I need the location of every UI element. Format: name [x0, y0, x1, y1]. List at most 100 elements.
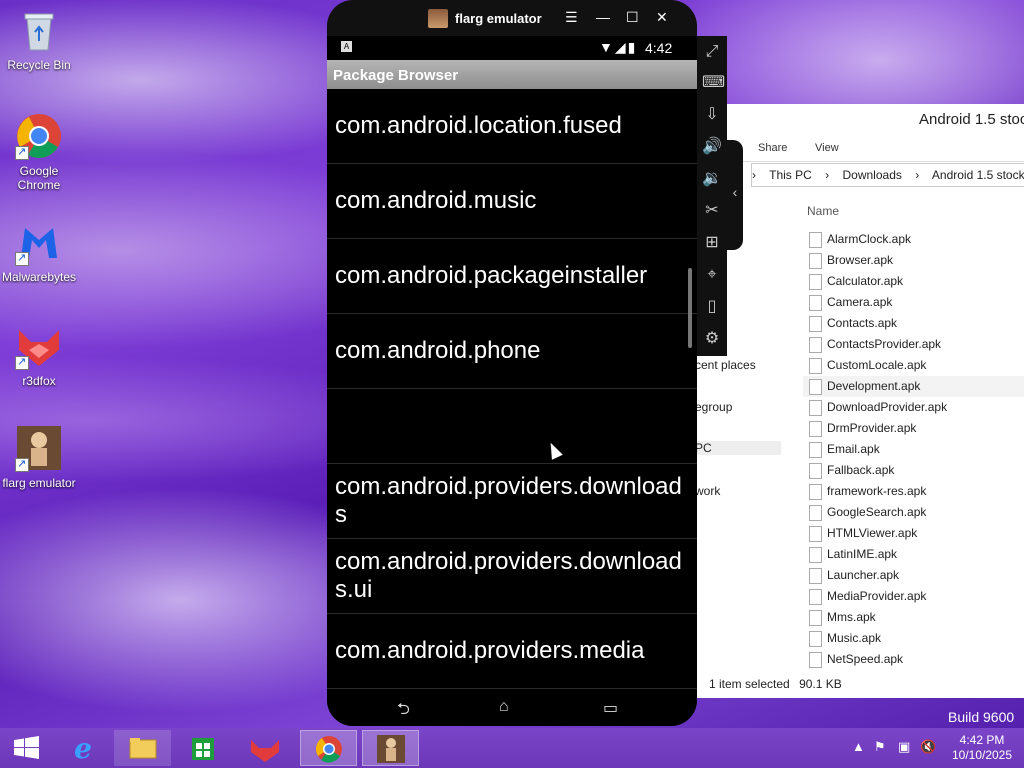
file-list-item[interactable]: HTMLViewer.apk — [803, 523, 1024, 544]
file-list-item[interactable]: framework-res.apk — [803, 481, 1024, 502]
file-list-item[interactable]: DrmProvider.apk — [803, 418, 1024, 439]
package-list-item[interactable]: com.android.location.fused — [327, 89, 697, 164]
android-status-bar: A ▼◢▮ 4:42 — [327, 36, 697, 60]
scissors-icon[interactable]: ✂ — [702, 201, 722, 221]
package-list-item[interactable] — [327, 389, 697, 464]
recycle-bin-icon — [15, 6, 63, 54]
nav-item[interactable]: cent places — [695, 358, 756, 372]
taskbar-r3dfox-button[interactable] — [237, 730, 294, 766]
package-list-item[interactable]: com.android.providers.downloads.ui — [327, 539, 697, 614]
location-icon[interactable]: ⌖ — [702, 265, 722, 285]
app-title-bar: Package Browser — [327, 60, 697, 89]
volume-down-icon[interactable]: 🔉 — [702, 169, 722, 189]
add-window-icon[interactable]: ⊞ — [702, 233, 722, 253]
package-list-item[interactable]: com.android.providers.media — [327, 614, 697, 689]
toolbar-collapse-tab[interactable]: ‹ — [727, 140, 743, 250]
flarg-emulator-icon — [377, 735, 405, 763]
package-list: com.android.location.fused com.android.mu… — [327, 89, 697, 690]
close-icon[interactable]: ✕ — [656, 9, 668, 26]
desktop-icon-google-chrome[interactable]: Google Chrome — [0, 112, 78, 192]
file-list-item[interactable]: CustomLocale.apk — [803, 355, 1024, 376]
desktop-icon-malwarebytes[interactable]: Malwarebytes — [0, 218, 78, 284]
desktop-icon-label: flarg emulator — [2, 476, 76, 490]
file-list-item[interactable]: DownloadProvider.apk — [803, 397, 1024, 418]
chrome-icon — [315, 736, 342, 763]
vibrate-icon[interactable]: ▯ — [702, 297, 722, 317]
start-button[interactable] — [0, 730, 57, 766]
taskbar-store-button[interactable] — [175, 730, 232, 766]
file-list-item[interactable]: Contacts.apk — [803, 313, 1024, 334]
file-list-item[interactable]: AlarmClock.apk — [803, 229, 1024, 250]
nav-item[interactable]: work — [695, 484, 720, 498]
emulator-titlebar[interactable]: flarg emulator ☰ — ☐ ✕ — [327, 0, 697, 36]
explorer-title: Android 1.5 stock — [691, 104, 1024, 134]
file-list-item[interactable]: Browser.apk — [803, 250, 1024, 271]
taskbar-file-explorer-button[interactable] — [114, 730, 171, 766]
menu-icon[interactable]: ☰ — [565, 9, 578, 26]
android-clock: 4:42 — [645, 40, 673, 56]
desktop-icon-label: Recycle Bin — [7, 58, 71, 72]
emulator-window[interactable]: flarg emulator ☰ — ☐ ✕ A ▼◢▮ 4:42 Packag… — [327, 0, 697, 726]
package-list-item[interactable]: com.android.phone — [327, 314, 697, 389]
file-list-item[interactable]: Calculator.apk — [803, 271, 1024, 292]
file-list-item[interactable]: GoogleSearch.apk — [803, 502, 1024, 523]
network-icon[interactable]: ▣ — [898, 739, 910, 755]
address-bar[interactable]: › This PC › Downloads › Android 1.5 stoc… — [751, 163, 1024, 187]
settings-gear-icon[interactable]: ⚙ — [702, 329, 722, 349]
android-nav-bar: ⮌ ⌂ ▭ — [327, 690, 697, 726]
clock-date: 10/10/2025 — [951, 748, 1013, 762]
taskbar: e ▲ ⚑ ▣ 🔇 4:42 PM 10/10/2025 — [0, 728, 1024, 768]
taskbar-clock[interactable]: 4:42 PM 10/10/2025 — [948, 733, 1016, 763]
volume-muted-icon[interactable]: 🔇 — [920, 739, 936, 755]
breadcrumb-this-pc[interactable]: This PC — [769, 168, 812, 182]
breadcrumb-downloads[interactable]: Downloads — [843, 168, 902, 182]
file-list-item[interactable]: Launcher.apk — [803, 565, 1024, 586]
selection-size: 90.1 KB — [799, 677, 842, 691]
nav-item-this-pc[interactable]: PC — [691, 441, 781, 455]
file-list-item[interactable]: LatinIME.apk — [803, 544, 1024, 565]
fullscreen-icon[interactable]: ⤢ — [702, 42, 722, 62]
taskbar-flarg-emulator-button[interactable] — [362, 730, 419, 766]
ribbon-tab-view[interactable]: View — [815, 142, 839, 154]
volume-up-icon[interactable]: 🔊 — [702, 137, 722, 157]
back-icon[interactable]: ⮌ — [397, 698, 410, 725]
desktop-icon-recycle-bin[interactable]: Recycle Bin — [0, 6, 78, 72]
r3dfox-icon — [15, 322, 63, 370]
keyboard-icon[interactable]: ⌨ — [702, 73, 725, 93]
package-list-item[interactable]: com.android.music — [327, 164, 697, 239]
desktop-icon-flarg-emulator[interactable]: flarg emulator — [0, 424, 78, 490]
nav-item[interactable]: egroup — [695, 400, 732, 414]
install-apk-icon[interactable]: ⇩ — [702, 105, 722, 125]
minimize-icon[interactable]: — — [596, 9, 610, 25]
package-list-item[interactable]: com.android.packageinstaller — [327, 239, 697, 314]
maximize-icon[interactable]: ☐ — [626, 9, 639, 26]
file-list-item[interactable]: ContactsProvider.apk — [803, 334, 1024, 355]
package-list-item[interactable]: com.android.providers.downloads — [327, 464, 697, 539]
file-list-item[interactable]: Fallback.apk — [803, 460, 1024, 481]
file-list-item[interactable]: MediaProvider.apk — [803, 586, 1024, 607]
file-list-item[interactable]: Email.apk — [803, 439, 1024, 460]
explorer-status-bar: 1 item selected 90.1 KB — [709, 677, 848, 691]
file-list-item[interactable]: Music.apk — [803, 628, 1024, 649]
file-list-item[interactable]: Development.apk — [803, 376, 1024, 397]
action-center-flag-icon[interactable]: ⚑ — [874, 739, 886, 755]
file-explorer-icon — [129, 738, 157, 759]
taskbar-chrome-button[interactable] — [300, 730, 357, 766]
shortcut-arrow-icon — [15, 251, 29, 266]
recents-icon[interactable]: ▭ — [603, 698, 618, 718]
home-icon[interactable]: ⌂ — [499, 698, 509, 716]
ribbon-tab-share[interactable]: Share — [758, 142, 787, 154]
file-list-item[interactable]: Camera.apk — [803, 292, 1024, 313]
scrollbar[interactable] — [688, 268, 692, 348]
breadcrumb-current-folder[interactable]: Android 1.5 stock A — [932, 168, 1024, 182]
column-header-name[interactable]: Name — [807, 204, 839, 218]
windows-logo-icon — [14, 736, 39, 759]
breadcrumb-separator-icon: › — [915, 168, 920, 182]
file-list-item[interactable]: Mms.apk — [803, 607, 1024, 628]
taskbar-ie-button[interactable]: e — [55, 730, 112, 766]
file-list-item[interactable]: NetSpeed.apk — [803, 649, 1024, 670]
desktop-icon-r3dfox[interactable]: r3dfox — [0, 322, 78, 388]
selection-count: 1 item selected — [709, 677, 790, 691]
emulator-logo-icon — [428, 9, 448, 28]
tray-overflow-chevron-icon[interactable]: ▲ — [852, 739, 865, 754]
